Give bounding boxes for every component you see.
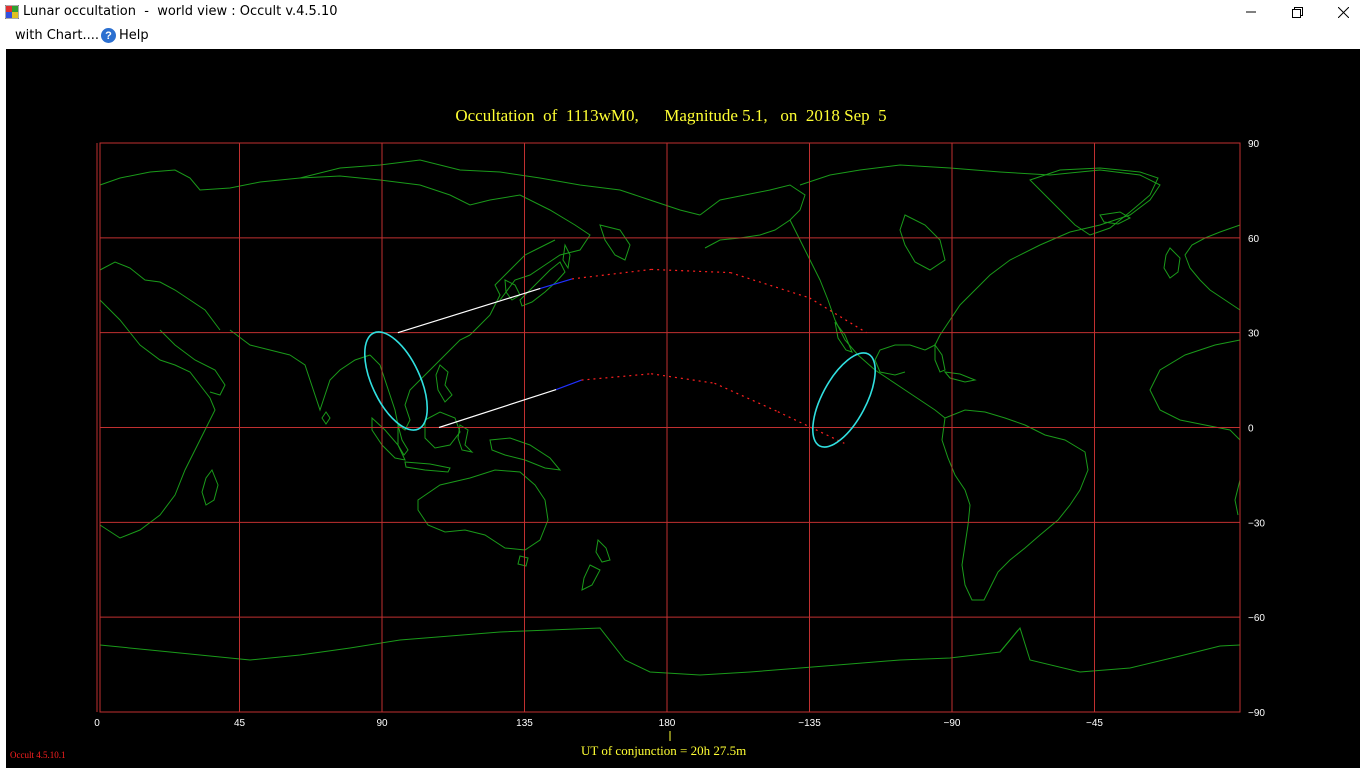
north-limit-segment xyxy=(809,297,867,334)
y-tick-label: −30 xyxy=(1248,518,1265,529)
x-tick-label: −45 xyxy=(1086,718,1103,729)
x-tick-label: 135 xyxy=(516,718,533,729)
y-tick-label: −90 xyxy=(1248,708,1265,719)
y-tick-label: 0 xyxy=(1248,424,1254,435)
y-tick-label: 60 xyxy=(1248,234,1260,245)
rise-limit-ellipse xyxy=(363,331,429,431)
coast-britain xyxy=(1163,247,1181,279)
coast-australia xyxy=(417,469,549,551)
coast-hudson xyxy=(899,214,946,271)
x-tick-label: 90 xyxy=(376,718,388,729)
north-limit-segment xyxy=(571,268,652,280)
coast-arabia xyxy=(159,329,226,396)
x-tick-label: 45 xyxy=(234,718,246,729)
coast-gulf xyxy=(874,344,926,376)
coast-borneo xyxy=(424,411,461,449)
coast-java xyxy=(404,461,451,473)
south-limit-segment xyxy=(714,382,779,413)
north-limit-segment xyxy=(651,268,731,274)
coastlines xyxy=(99,159,1241,676)
coast-nz-south xyxy=(581,564,601,591)
coast-africa-west xyxy=(1149,339,1241,441)
coast-philippines xyxy=(435,364,453,403)
x-tick-label: −135 xyxy=(798,718,821,729)
coast-africa-east xyxy=(99,299,216,539)
coast-na-west xyxy=(789,219,891,381)
x-tick-label: 180 xyxy=(659,718,676,729)
limb-ellipses xyxy=(363,331,876,448)
coast-india xyxy=(289,354,371,412)
version-label: Occult 4.5.10.1 xyxy=(10,750,66,760)
coast-tasmania xyxy=(517,555,529,567)
coast-kamchatka xyxy=(599,224,631,261)
x-tick-label: −90 xyxy=(944,718,961,729)
coast-sakhalin xyxy=(562,243,571,270)
coast-sulawesi xyxy=(457,424,474,453)
y-tick-label: −60 xyxy=(1248,613,1265,624)
coast-antarctica xyxy=(99,626,1241,676)
y-tick-label: 90 xyxy=(1248,139,1260,150)
set-limit-ellipse xyxy=(812,352,876,448)
coast-florida xyxy=(934,343,946,373)
coast-madagascar xyxy=(201,468,219,506)
south-limit-segment xyxy=(581,373,652,381)
coast-indochina xyxy=(369,334,471,431)
x-tick-label: 0 xyxy=(94,718,100,729)
coast-japan xyxy=(519,261,566,307)
coast-europe xyxy=(99,169,591,301)
chart-title: Occultation of 1113wM0, Magnitude 5.1, o… xyxy=(455,106,887,125)
occultation-limits xyxy=(397,268,867,444)
y-tick-label: 30 xyxy=(1248,329,1260,340)
coast-iceland xyxy=(1099,211,1132,225)
coast-siberia-north xyxy=(299,159,701,216)
coast-sri-lanka xyxy=(321,411,331,425)
coast-alaska xyxy=(699,184,806,249)
coast-south-america xyxy=(941,409,1089,601)
south-limit-segment xyxy=(438,388,557,429)
north-limit-segment xyxy=(540,278,573,289)
north-limit-segment xyxy=(730,272,810,299)
coast-africa-south xyxy=(1234,479,1241,516)
north-limit-segment xyxy=(397,287,541,334)
coast-cuba xyxy=(943,371,977,383)
south-limit-segment xyxy=(651,373,715,384)
coast-central-america xyxy=(889,379,946,419)
coast-antarctic-peninsula xyxy=(999,629,1019,653)
coast-nz-north xyxy=(595,538,611,563)
south-limit-segment xyxy=(555,379,582,391)
ut-conjunction-label: UT of conjunction = 20h 27.5m xyxy=(581,743,747,758)
map-grid xyxy=(96,142,1241,713)
coast-mediterranean xyxy=(99,261,221,331)
